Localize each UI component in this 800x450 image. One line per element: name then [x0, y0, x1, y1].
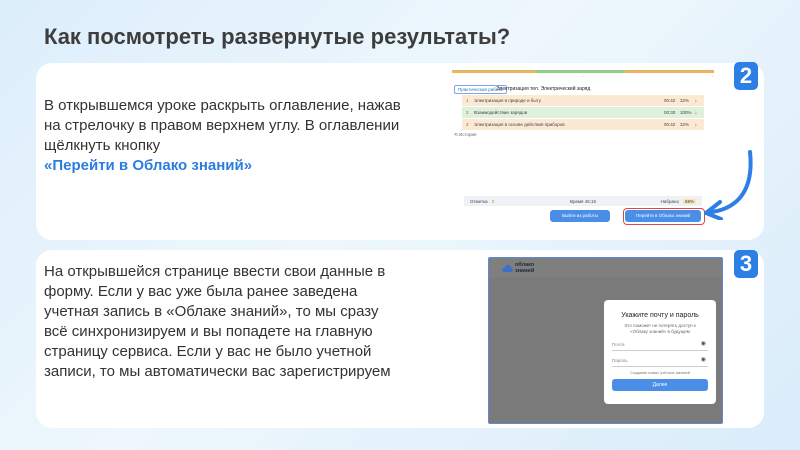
table-of-contents: 1 Электризация в природе и быту 00:42 32… — [462, 95, 704, 131]
password-field[interactable]: Пароль ◉ — [612, 355, 708, 367]
download-icon[interactable]: ⇣ — [694, 98, 700, 104]
toc-item[interactable]: 2 Взаимодействие зарядов 00:30 100% ⇣ — [462, 107, 704, 118]
login-title: Укажите почту и пароль — [621, 312, 699, 319]
cloud-link-text: «Перейти в Облако знаний» — [44, 157, 253, 174]
eye-icon[interactable]: ◉ — [701, 339, 706, 350]
eye-icon[interactable]: ◉ — [701, 355, 706, 366]
login-modal: Укажите почту и пароль Это поможет не по… — [604, 300, 716, 404]
step-2-text: В открывшемся уроке раскрыть оглавление,… — [44, 96, 404, 176]
download-icon[interactable]: ⇣ — [694, 110, 700, 116]
lesson-screenshot: · · · Практическая работа Электризация тел… — [452, 68, 714, 230]
step-3-text: На открывшейся странице ввести свои данн… — [44, 263, 391, 380]
pointer-arrow-icon — [704, 150, 753, 220]
lesson-progress-bar — [452, 70, 714, 73]
login-subtitle: Это поможет не потерять доступ к «Облаку… — [624, 323, 696, 334]
login-screenshot: облако знаний Укажите почту и пароль Это… — [488, 257, 723, 424]
cloud-logo: облако знаний — [501, 262, 535, 274]
submit-button[interactable]: Далее — [612, 379, 708, 391]
toc-item[interactable]: 3 Электризация в основе действия приборо… — [462, 119, 704, 130]
results-summary: Отметка 3 Время 45:15 Набрано 59% — [464, 196, 702, 206]
recover-text[interactable]: Создание новых учётных записей — [604, 371, 716, 375]
progress-markers: · · · — [452, 74, 714, 80]
toc-item[interactable]: 1 Электризация в природе и быту 00:42 32… — [462, 95, 704, 106]
step-2-badge: 2 — [734, 62, 758, 90]
step-3-badge: 3 — [734, 250, 758, 278]
exit-work-button[interactable]: Выйти из работы — [550, 210, 610, 222]
cloud-logo-icon — [502, 264, 513, 272]
logo-line-2: знаний — [515, 267, 535, 274]
lesson-title: Электризация тел. Электрический заряд — [496, 86, 591, 92]
email-field[interactable]: Почта ◉ — [612, 339, 708, 351]
download-icon[interactable]: ⇣ — [694, 122, 700, 128]
history-link[interactable]: ⟲ История — [454, 132, 476, 138]
step-2-instruction: В открывшемся уроке раскрыть оглавление,… — [44, 97, 401, 154]
page-title: Как посмотреть развернутые результаты? — [44, 24, 511, 49]
